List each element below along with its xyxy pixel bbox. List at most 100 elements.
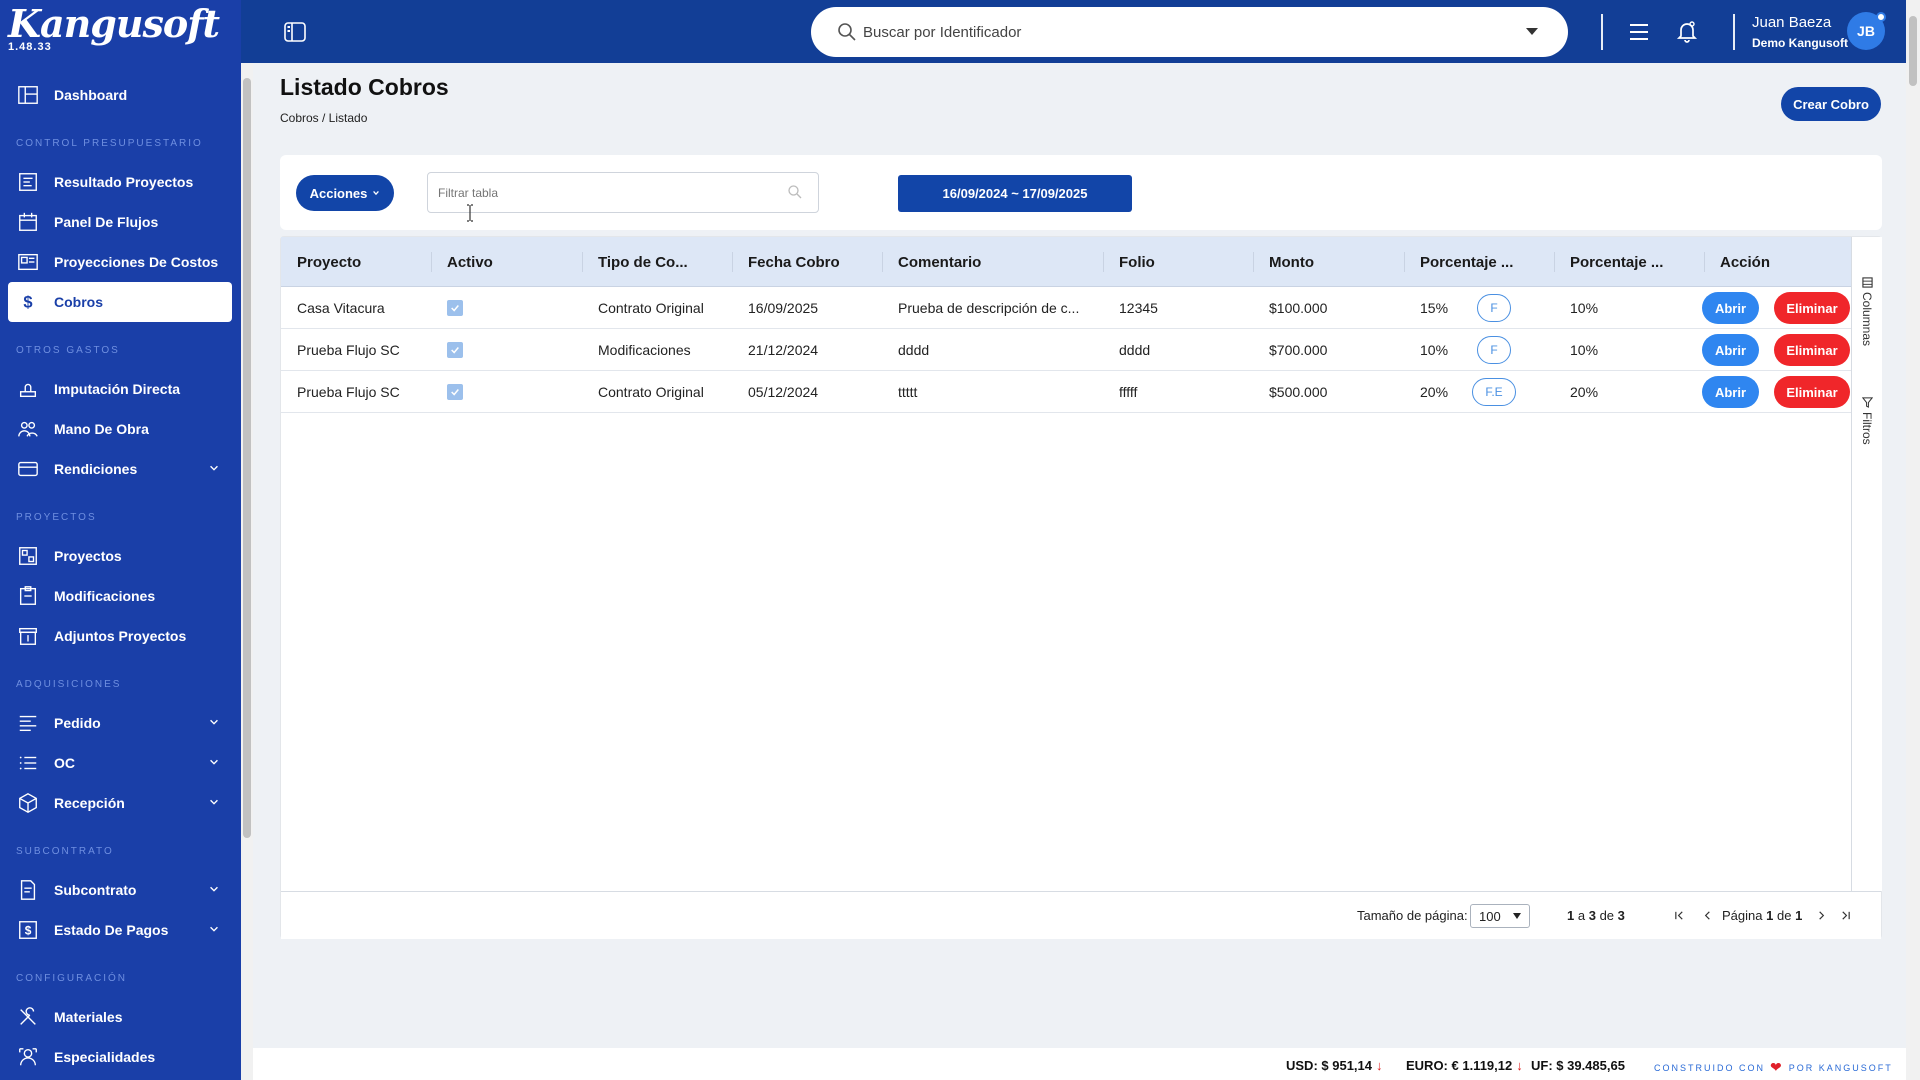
delete-button[interactable]: Eliminar	[1774, 334, 1850, 366]
filter-input[interactable]	[427, 172, 819, 213]
arrow-down-icon: ↓	[1516, 1058, 1523, 1073]
sidebar-item-adjuntos-proyectos[interactable]: Adjuntos Proyectos	[8, 616, 232, 656]
sidebar-item-dashboard[interactable]: Dashboard	[8, 75, 232, 115]
sidebar-item-oc[interactable]: OC	[8, 743, 232, 783]
brand[interactable]: Kangusoft 1.48.33	[0, 0, 241, 62]
sidebar-item-materiales[interactable]: Materiales	[8, 997, 232, 1037]
chevron-down-icon[interactable]	[208, 461, 222, 475]
search-dropdown-icon[interactable]	[1526, 28, 1538, 35]
filters-tab[interactable]: Filtros	[1860, 397, 1874, 445]
divider	[1601, 14, 1603, 50]
cell-comentario: Prueba de descripción de c...	[898, 300, 1080, 316]
contract-icon	[16, 878, 40, 902]
column-resizer[interactable]	[1404, 252, 1405, 272]
sidebar-scrollbar-thumb[interactable]	[243, 78, 251, 838]
column-header[interactable]: Folio	[1119, 237, 1155, 287]
table-row[interactable]: Casa Vitacura Contrato Original 16/09/2025…	[281, 287, 1851, 329]
pagination-bar: Tamaño de página: 100 1 a 3 de 3 Página …	[281, 891, 1881, 939]
column-resizer[interactable]	[1103, 252, 1104, 272]
sidebar-item-imputacion-directa[interactable]: Imputación Directa	[8, 369, 232, 409]
actions-button[interactable]: Acciones	[296, 175, 394, 211]
menu-icon[interactable]	[1627, 20, 1651, 44]
first-page-icon[interactable]	[1670, 906, 1688, 924]
chevron-down-icon[interactable]	[208, 795, 222, 809]
column-resizer[interactable]	[732, 252, 733, 272]
chevron-down-icon[interactable]	[208, 882, 222, 896]
folio-badge[interactable]: F.E	[1472, 378, 1516, 406]
column-header[interactable]: Porcentaje ...	[1570, 237, 1663, 287]
open-button[interactable]: Abrir	[1702, 334, 1759, 366]
chevron-down-icon[interactable]	[208, 715, 222, 729]
column-header[interactable]: Porcentaje ...	[1420, 237, 1513, 287]
column-resizer[interactable]	[1253, 252, 1254, 272]
active-checkbox-cell	[447, 371, 463, 413]
sidebar-item-label: Pedido	[54, 715, 101, 731]
bell-icon[interactable]	[1675, 19, 1699, 43]
column-header[interactable]: Activo	[447, 237, 493, 287]
delete-button[interactable]: Eliminar	[1774, 376, 1850, 408]
open-button[interactable]: Abrir	[1702, 292, 1759, 324]
user-name[interactable]: Juan Baeza	[1752, 14, 1831, 31]
checkbox[interactable]	[447, 300, 463, 316]
sidebar-item-pedido[interactable]: Pedido	[8, 703, 232, 743]
next-page-icon[interactable]	[1812, 906, 1830, 924]
folio-badge[interactable]: F	[1477, 336, 1511, 364]
chevron-down-icon[interactable]	[208, 922, 222, 936]
checkbox[interactable]	[447, 342, 463, 358]
checkbox[interactable]	[447, 384, 463, 400]
sidebar-item-subcontrato[interactable]: Subcontrato	[8, 870, 232, 910]
column-header[interactable]: Comentario	[898, 237, 981, 287]
column-resizer[interactable]	[431, 252, 432, 272]
column-header[interactable]: Tipo de Co...	[598, 237, 688, 287]
column-resizer[interactable]	[1554, 252, 1555, 272]
create-cobro-button[interactable]: Crear Cobro	[1781, 87, 1881, 121]
column-header[interactable]: Fecha Cobro	[748, 237, 840, 287]
search-bar[interactable]: Buscar por Identificador	[811, 7, 1568, 57]
page-scrollbar-thumb[interactable]	[1909, 16, 1917, 86]
date-range-button[interactable]: 16/09/2024 ~ 17/09/2025	[898, 175, 1132, 212]
sidebar-item-recepcion[interactable]: Recepción	[8, 783, 232, 823]
sidebar-item-label: Imputación Directa	[54, 381, 181, 397]
sidebar-item-label: Panel De Flujos	[54, 214, 159, 230]
page-size-select[interactable]: 100	[1470, 904, 1530, 928]
sidebar-item-label: OC	[54, 755, 75, 771]
actions-label: Acciones	[309, 185, 368, 201]
sidebar-item-resultado-proyectos[interactable]: Resultado Proyectos	[8, 162, 232, 202]
columns-tab[interactable]: Columnas	[1860, 277, 1874, 346]
column-resizer[interactable]	[1704, 252, 1705, 272]
open-button[interactable]: Abrir	[1702, 376, 1759, 408]
chevron-down-icon[interactable]	[208, 755, 222, 769]
sidebar-item-modificaciones[interactable]: Modificaciones	[8, 576, 232, 616]
sidebar-toggle-icon[interactable]	[283, 20, 307, 44]
sidebar-item-cobros[interactable]: $ Cobros	[8, 282, 232, 322]
last-page-icon[interactable]	[1836, 906, 1854, 924]
sidebar-item-estado-de-pagos[interactable]: $ Estado De Pagos	[8, 910, 232, 950]
column-resizer[interactable]	[882, 252, 883, 272]
folio-badge[interactable]: F	[1477, 294, 1511, 322]
sidebar-item-mano-de-obra[interactable]: Mano De Obra	[8, 409, 232, 449]
column-header[interactable]: Proyecto	[297, 237, 361, 287]
column-header[interactable]: Acción	[1720, 237, 1770, 287]
table-row[interactable]: Prueba Flujo SC Contrato Original 05/12/20…	[281, 371, 1851, 413]
sidebar-item-rendiciones[interactable]: Rendiciones	[8, 449, 232, 489]
projection-icon	[16, 250, 40, 274]
sidebar-section-title: ADQUISICIONES	[16, 679, 122, 690]
cell-tipo: Contrato Original	[598, 300, 704, 316]
sidebar-scrollbar[interactable]	[241, 60, 253, 1080]
page-scrollbar[interactable]	[1906, 0, 1920, 1080]
sidebar-item-panel-de-flujos[interactable]: Panel De Flujos	[8, 202, 232, 242]
sidebar-item-proyectos[interactable]: Proyectos	[8, 536, 232, 576]
prev-page-icon[interactable]	[1698, 906, 1716, 924]
page-de: de	[1776, 908, 1792, 923]
column-header[interactable]: Monto	[1269, 237, 1314, 287]
breadcrumb[interactable]: Cobros / Listado	[280, 111, 367, 125]
user-organization[interactable]: Demo Kangusoft	[1752, 36, 1848, 50]
column-resizer[interactable]	[582, 252, 583, 272]
dollar-icon: $	[16, 290, 40, 314]
filters-tab-label: Filtros	[1860, 412, 1874, 445]
delete-button[interactable]: Eliminar	[1774, 292, 1850, 324]
table-row[interactable]: Prueba Flujo SC Modificaciones 21/12/2024 d…	[281, 329, 1851, 371]
sidebar-item-proyecciones-de-costos[interactable]: Proyecciones De Costos	[8, 242, 232, 282]
sidebar-item-especialidades[interactable]: Especialidades	[8, 1037, 232, 1077]
open-cell: Abrir	[1702, 329, 1759, 371]
